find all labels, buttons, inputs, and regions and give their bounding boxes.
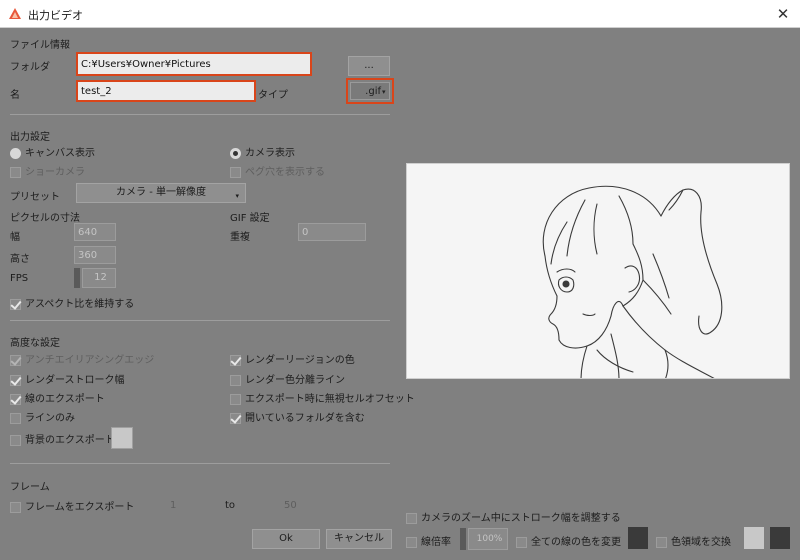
checkbox-checked-icon [230, 413, 241, 424]
title-bar: 出力ビデオ ✕ [0, 0, 800, 28]
folder-field-highlight [76, 52, 312, 76]
checkbox-icon [10, 413, 21, 424]
divider [10, 320, 390, 321]
width-input[interactable] [74, 223, 116, 241]
checkbox-include-open-folders[interactable]: 開いているフォルダを含む [230, 409, 365, 424]
line-color-swatch[interactable] [628, 527, 648, 549]
divider [10, 463, 390, 464]
preset-value: カメラ - 単一解像度 [116, 187, 206, 198]
checkbox-checked-icon [10, 375, 21, 386]
height-input[interactable] [74, 246, 116, 264]
cancel-button[interactable]: キャンセル [326, 529, 392, 549]
swap-color-b-swatch[interactable] [770, 527, 790, 549]
window-title: 出力ビデオ [28, 9, 83, 22]
checkbox-checked-icon [10, 299, 21, 310]
checkbox-lines-only[interactable]: ラインのみ [10, 409, 75, 424]
checkbox-ignore-cell-offset[interactable]: エクスポート時に無視セルオフセット [230, 390, 415, 405]
preset-dropdown[interactable]: カメラ - 単一解像度 ▾ [76, 183, 246, 203]
checkbox-line-scale[interactable]: 線倍率 [406, 533, 451, 548]
preview-canvas [406, 163, 790, 379]
dither-label: 重複 [230, 232, 250, 243]
checkbox-show-camera[interactable]: ショーカメラ [10, 163, 85, 178]
folder-input[interactable] [78, 54, 310, 74]
checkbox-adjust-stroke-zoom[interactable]: カメラのズーム中にストローク幅を調整する [406, 509, 621, 524]
folder-label: フォルダ [10, 62, 50, 73]
line-scale-slider-handle[interactable] [460, 528, 466, 550]
checkbox-icon [230, 375, 241, 386]
section-frames: フレーム [10, 482, 50, 493]
checkbox-icon [516, 537, 527, 548]
name-field-highlight [76, 80, 256, 102]
radio-canvas-view[interactable]: キャンバス表示 [10, 144, 95, 159]
type-select-highlight: .gif ▾ [346, 78, 394, 104]
checkbox-checked-icon [10, 394, 21, 405]
divider [10, 114, 390, 115]
fps-slider-handle[interactable] [74, 268, 80, 288]
checkbox-change-all-line-colors[interactable]: 全ての線の色を変更 [516, 533, 621, 548]
app-logo-icon [9, 8, 21, 19]
chevron-down-icon: ▾ [235, 192, 239, 200]
checkbox-render-color-separation[interactable]: レンダー色分離ライン [230, 371, 345, 386]
line-scale-value[interactable]: 100% [468, 528, 508, 550]
type-value: .gif [365, 86, 381, 97]
frame-to-value[interactable]: 50 [284, 500, 297, 511]
height-label: 高さ [10, 254, 30, 265]
name-input[interactable] [78, 82, 254, 100]
width-label: 幅 [10, 232, 20, 243]
ok-button[interactable]: Ok [252, 529, 320, 549]
checkbox-keep-aspect[interactable]: アスペクト比を維持する [10, 295, 134, 310]
checkbox-icon [406, 537, 417, 548]
pixel-dims-label: ピクセルの寸法 [10, 213, 80, 224]
section-advanced: 高度な設定 [10, 338, 60, 349]
name-label: 名 [10, 90, 20, 101]
checkbox-swap-color-regions[interactable]: 色領域を交換 [656, 533, 731, 548]
swap-color-a-swatch[interactable] [744, 527, 764, 549]
section-output: 出力設定 [10, 132, 50, 143]
radio-icon [10, 148, 21, 159]
checkbox-show-peg-holes[interactable]: ペグ穴を表示する [230, 163, 325, 178]
checkbox-icon [10, 167, 21, 178]
frame-to-label: to [225, 500, 236, 511]
gif-settings-label: GIF 設定 [230, 213, 270, 224]
checkbox-checked-icon [230, 355, 241, 366]
background-color-swatch[interactable] [111, 427, 133, 449]
type-label: タイプ [258, 90, 288, 101]
browse-button[interactable]: ... [348, 56, 390, 76]
dither-input[interactable] [298, 223, 366, 241]
checkbox-render-region-color[interactable]: レンダーリージョンの色 [230, 351, 355, 366]
checkbox-icon [10, 435, 21, 446]
character-sketch-image [542, 185, 723, 378]
checkbox-export-background[interactable]: 背景のエクスポート [10, 431, 115, 446]
checkbox-checked-icon [10, 355, 21, 366]
close-button[interactable]: ✕ [772, 4, 794, 24]
checkbox-icon [406, 513, 417, 524]
checkbox-export-lines[interactable]: 線のエクスポート [10, 390, 105, 405]
frame-from-value[interactable]: 1 [170, 500, 176, 511]
preset-label: プリセット [10, 192, 60, 203]
checkbox-icon [656, 537, 667, 548]
section-file-info: ファイル情報 [10, 40, 70, 51]
checkbox-icon [10, 502, 21, 513]
checkbox-export-frames[interactable]: フレームをエクスポート [10, 498, 134, 513]
chevron-down-icon: ▾ [382, 88, 386, 96]
fps-label: FPS [10, 273, 29, 284]
checkbox-icon [230, 167, 241, 178]
radio-selected-icon [230, 148, 241, 159]
fps-value[interactable]: 12 [82, 268, 116, 288]
checkbox-icon [230, 394, 241, 405]
checkbox-antialias[interactable]: アンチエイリアシングエッジ [10, 351, 154, 366]
radio-camera-view[interactable]: カメラ表示 [230, 144, 295, 159]
checkbox-render-stroke-width[interactable]: レンダーストローク幅 [10, 371, 125, 386]
